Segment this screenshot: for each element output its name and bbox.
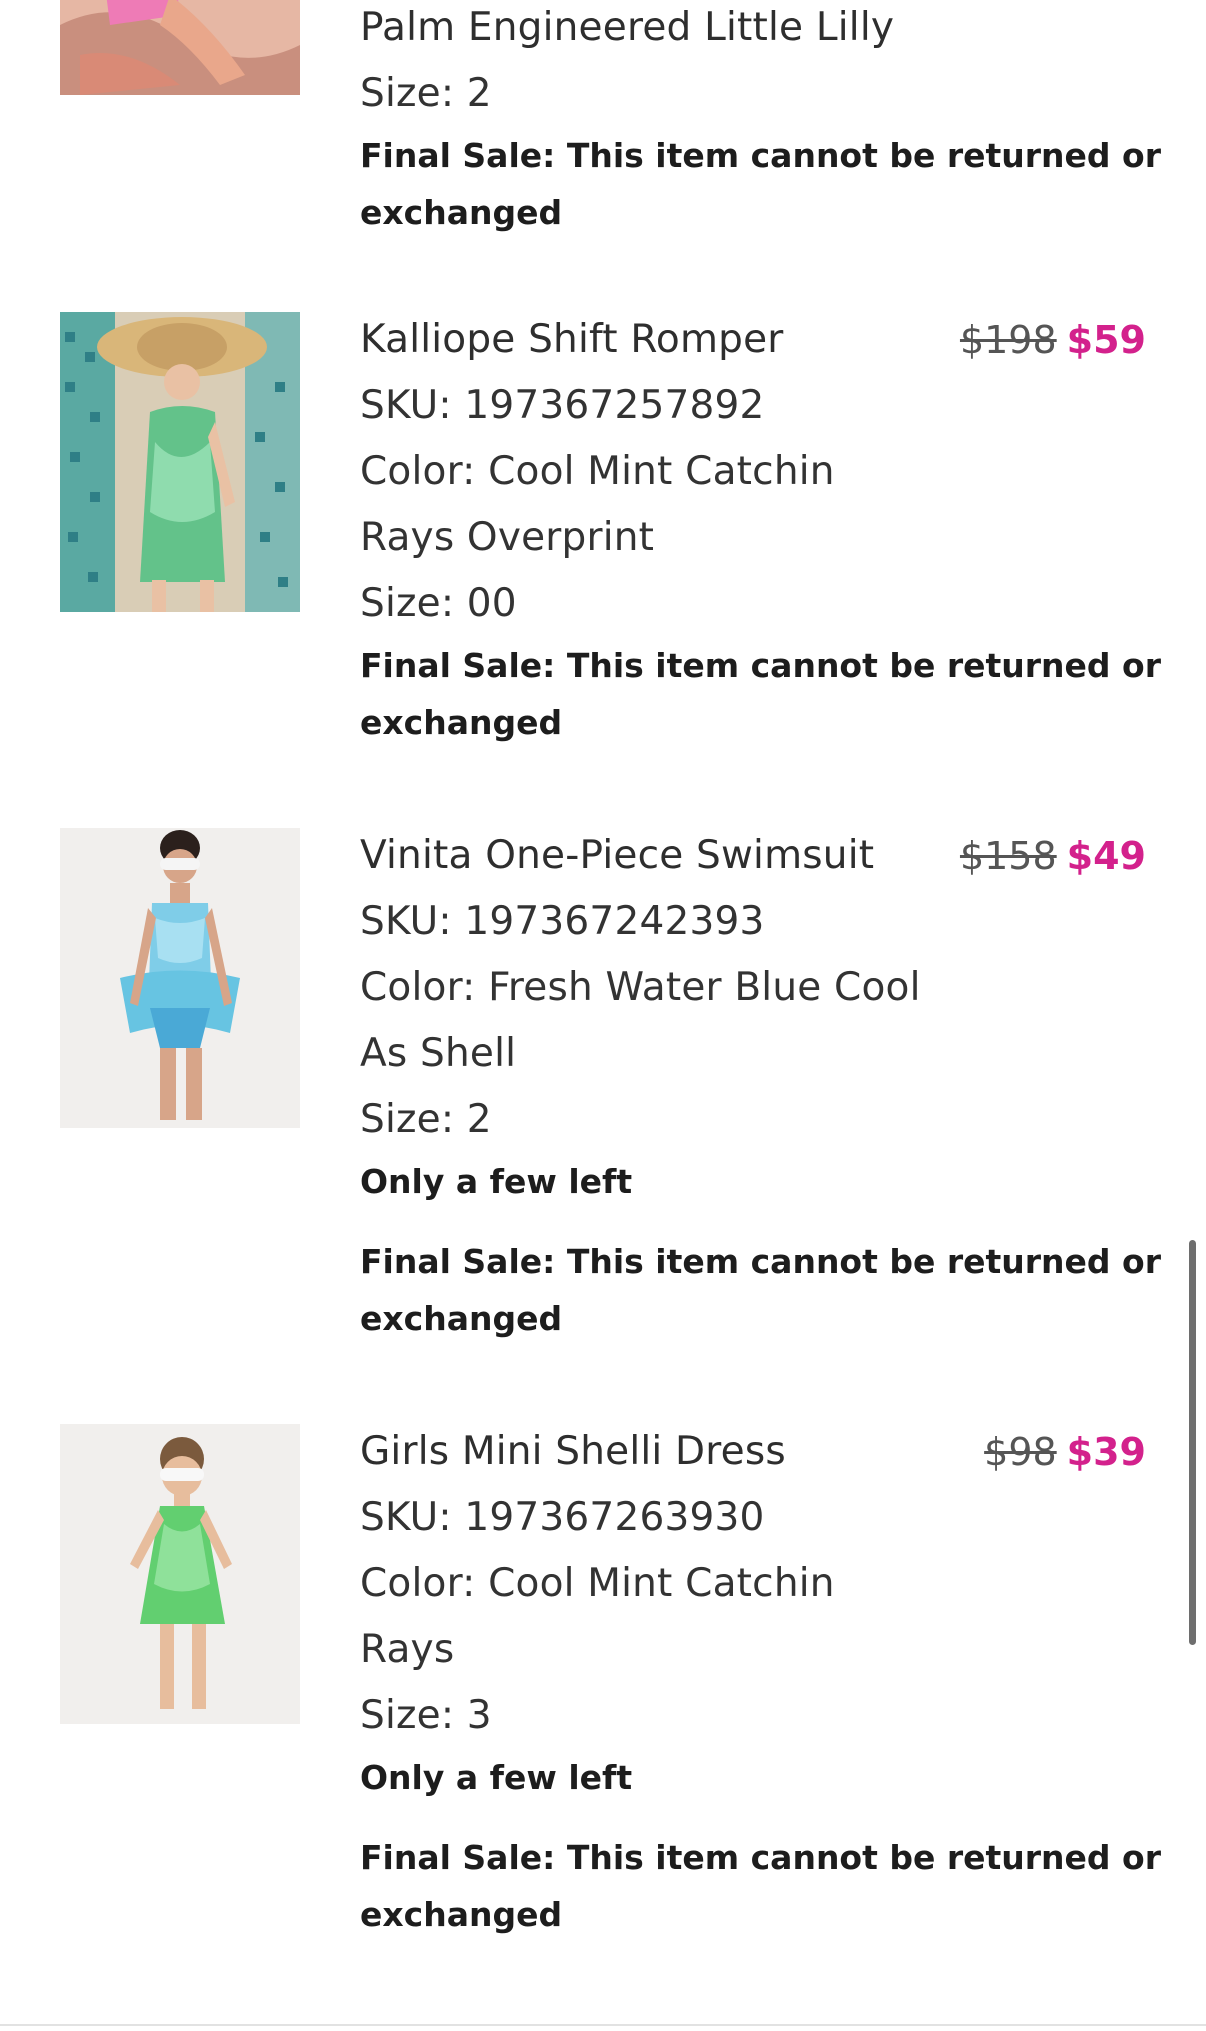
product-size: Size: 3	[360, 1693, 492, 1738]
sale-price: $39	[1066, 1430, 1146, 1474]
product-price: $158 $49	[960, 823, 1146, 889]
product-color: Color: Fresh Water Blue Cool	[360, 965, 921, 1010]
product-price: $198 $59	[960, 307, 1146, 373]
stock-notice: Only a few left	[360, 1162, 633, 1201]
product-sku: SKU: 197367257892	[360, 383, 765, 428]
stock-notice: Only a few left	[360, 1758, 633, 1797]
final-sale-line: Final Sale: This item cannot be returned…	[360, 1838, 1161, 1877]
final-sale-notice: Final Sale: This item cannot be returned…	[360, 637, 1161, 751]
product-image[interactable]	[60, 1424, 300, 1724]
final-sale-line: Final Sale: This item cannot be returned…	[360, 136, 1161, 175]
final-sale-line: exchanged	[360, 193, 563, 232]
divider	[0, 2024, 1206, 2026]
product-image[interactable]	[60, 828, 300, 1128]
product-color-continued: Palm Engineered Little Lilly	[360, 5, 895, 50]
product-size: Size: 00	[360, 581, 517, 626]
final-sale-line: Final Sale: This item cannot be returned…	[360, 646, 1161, 685]
final-sale-line: exchanged	[360, 1299, 563, 1338]
final-sale-line: exchanged	[360, 703, 563, 742]
final-sale-notice: Final Sale: This item cannot be returned…	[360, 127, 1161, 241]
product-size: Size: 2	[360, 1097, 492, 1142]
original-price: $98	[984, 1430, 1057, 1474]
product-color: Color: Cool Mint Catchin	[360, 1561, 835, 1606]
final-sale-line: exchanged	[360, 1895, 563, 1934]
product-price: $98 $39	[984, 1419, 1146, 1485]
product-sku: SKU: 197367263930	[360, 1495, 765, 1540]
final-sale-notice: Final Sale: This item cannot be returned…	[360, 1233, 1161, 1347]
product-image[interactable]	[60, 312, 300, 612]
product-color-continued: As Shell	[360, 1031, 517, 1076]
sale-price: $49	[1066, 834, 1146, 878]
product-size: Size: 2	[360, 71, 492, 116]
scrollbar[interactable]	[1189, 1240, 1196, 1645]
product-color-continued: Rays	[360, 1627, 455, 1672]
final-sale-notice: Final Sale: This item cannot be returned…	[360, 1829, 1161, 1943]
sale-price: $59	[1066, 318, 1146, 362]
product-image[interactable]	[60, 0, 300, 95]
original-price: $158	[959, 834, 1057, 878]
product-color: Color: Cool Mint Catchin	[360, 449, 835, 494]
product-color-continued: Rays Overprint	[360, 515, 655, 560]
final-sale-line: Final Sale: This item cannot be returned…	[360, 1242, 1161, 1281]
product-sku: SKU: 197367242393	[360, 899, 765, 944]
original-price: $198	[959, 318, 1057, 362]
